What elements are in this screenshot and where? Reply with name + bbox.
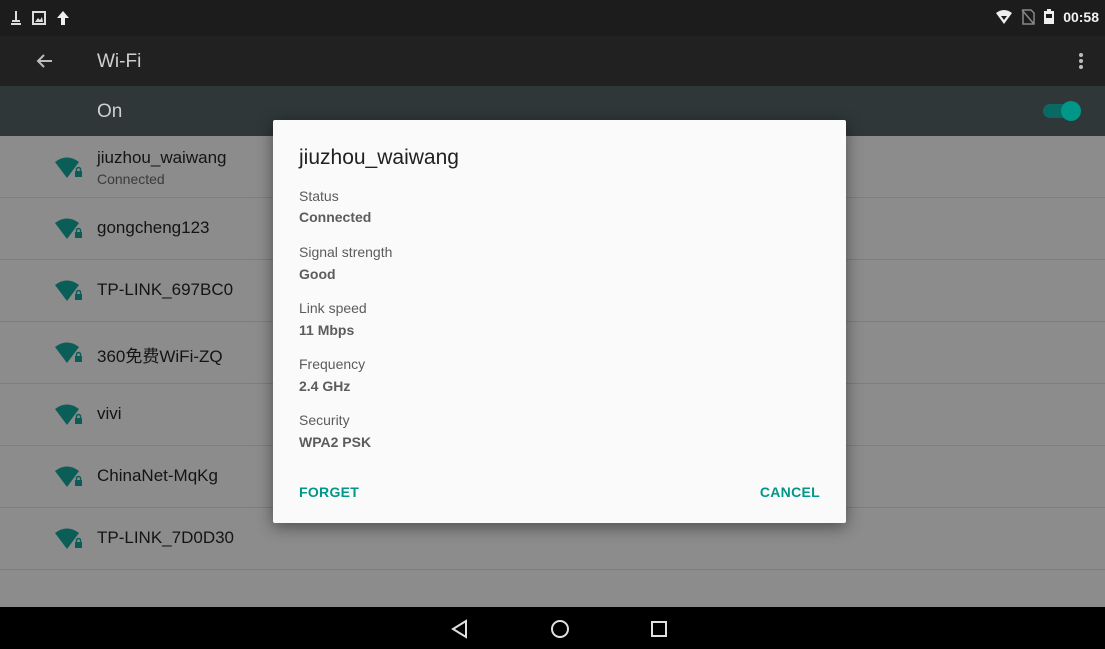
network-ssid: jiuzhou_waiwang [97, 148, 227, 167]
status-bar: 00:58 [0, 0, 1105, 36]
wifi-signal-icon [996, 10, 1013, 24]
network-ssid: TP-LINK_7D0D30 [97, 528, 235, 547]
screenshot-icon [32, 11, 46, 25]
frequency-value: 2.4 GHz [299, 378, 351, 394]
security-value: WPA2 PSK [299, 434, 372, 450]
status-label: Status [299, 188, 339, 204]
network-ssid: ChinaNet-MqKg [97, 466, 218, 485]
back-triangle-icon[interactable] [448, 617, 472, 641]
link-speed-value: 11 Mbps [299, 322, 355, 338]
cancel-button[interactable]: CANCEL [760, 484, 820, 500]
arrow-back-icon[interactable] [32, 48, 58, 74]
more-vert-icon[interactable] [1069, 49, 1093, 73]
signal-strength-value: Good [299, 266, 336, 282]
network-ssid: gongcheng123 [97, 218, 210, 237]
wifi-locked-icon [55, 280, 82, 301]
no-sim-icon [1021, 9, 1035, 25]
battery-icon [1044, 9, 1055, 24]
wifi-toggle-switch[interactable] [1041, 101, 1081, 121]
app-toolbar: Wi-Fi [0, 36, 1105, 86]
wifi-locked-icon [55, 528, 82, 549]
link-speed-label: Link speed [299, 300, 367, 316]
wifi-locked-icon [55, 157, 82, 178]
forget-button[interactable]: FORGET [299, 484, 359, 500]
signal-strength-label: Signal strength [299, 244, 393, 260]
network-ssid: vivi [97, 404, 122, 423]
system-nav-bar [0, 607, 1105, 649]
network-status: Connected [97, 171, 165, 187]
usb-debug-icon [11, 11, 21, 25]
wifi-switch-label: On [97, 101, 123, 122]
wifi-locked-icon [55, 218, 82, 239]
wifi-locked-icon [55, 466, 82, 487]
status-value: Connected [299, 209, 372, 225]
toggle-thumb [1061, 101, 1081, 121]
frequency-label: Frequency [299, 356, 366, 372]
wifi-locked-icon [55, 342, 82, 363]
dialog-title: jiuzhou_waiwang [299, 146, 459, 169]
clock-time: 00:58 [1063, 9, 1099, 25]
network-ssid: 360免费WiFi-ZQ [97, 347, 223, 366]
network-ssid: TP-LINK_697BC0 [97, 280, 234, 299]
wifi-locked-icon [55, 404, 82, 425]
security-label: Security [299, 412, 350, 428]
recents-square-icon[interactable] [647, 617, 671, 641]
upload-icon [57, 11, 69, 25]
page-title: Wi-Fi [97, 51, 142, 72]
home-circle-icon[interactable] [548, 617, 572, 641]
wifi-settings-screen: 00:58 Wi-Fi On jiuzhou_waiwang Connected… [0, 0, 1105, 649]
network-details-dialog: jiuzhou_waiwang Status Connected Signal … [273, 120, 846, 523]
